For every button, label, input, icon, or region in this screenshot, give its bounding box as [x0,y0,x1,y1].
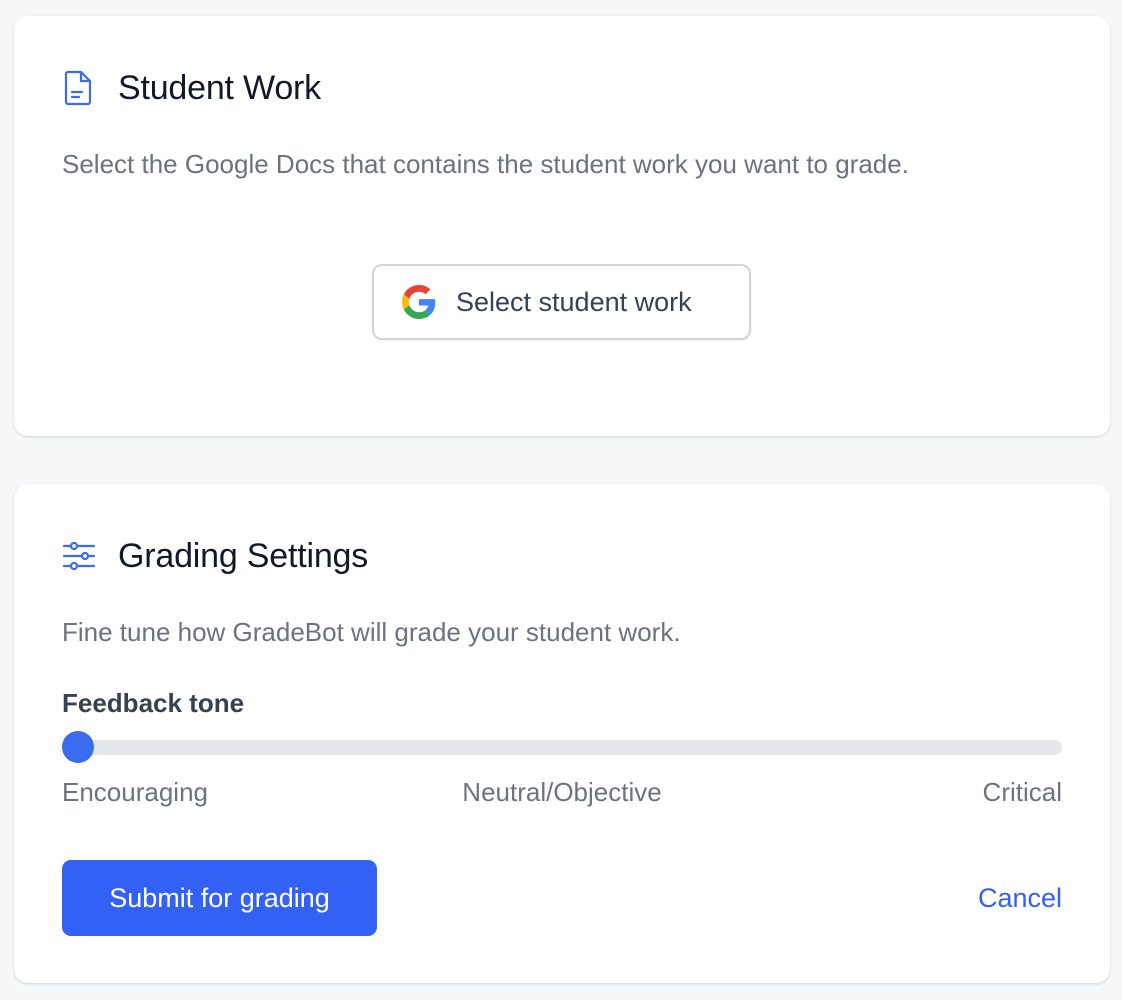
feedback-tone-label: Feedback tone [62,688,245,718]
student-work-title: Student Work [118,69,321,107]
grading-settings-card: Grading Settings Fine tune how GradeBot … [14,484,1110,983]
scale-label-critical: Critical [982,777,1062,807]
document-icon [62,68,102,108]
scale-label-neutral: Neutral/Objective [462,777,662,807]
student-work-card: Student Work Select the Google Docs that… [14,16,1110,436]
feedback-tone-slider[interactable] [62,731,1062,763]
grading-settings-header: Grading Settings [62,536,368,576]
google-icon [402,285,436,319]
sliders-icon [62,536,102,576]
grading-settings-description: Fine tune how GradeBot will grade your s… [62,617,681,647]
scale-label-encouraging: Encouraging [62,777,208,807]
grading-settings-title: Grading Settings [118,537,369,575]
submit-for-grading-button[interactable]: Submit for grading [62,860,377,936]
select-student-work-label: Select student work [456,286,692,317]
slider-track[interactable] [62,740,1062,755]
slider-thumb[interactable] [62,731,94,763]
student-work-description: Select the Google Docs that contains the… [62,149,909,179]
cancel-link[interactable]: Cancel [978,882,1062,914]
feedback-tone-scale: Encouraging Neutral/Objective Critical [62,776,1062,810]
student-work-header: Student Work [62,68,321,108]
select-student-work-button[interactable]: Select student work [372,264,751,340]
